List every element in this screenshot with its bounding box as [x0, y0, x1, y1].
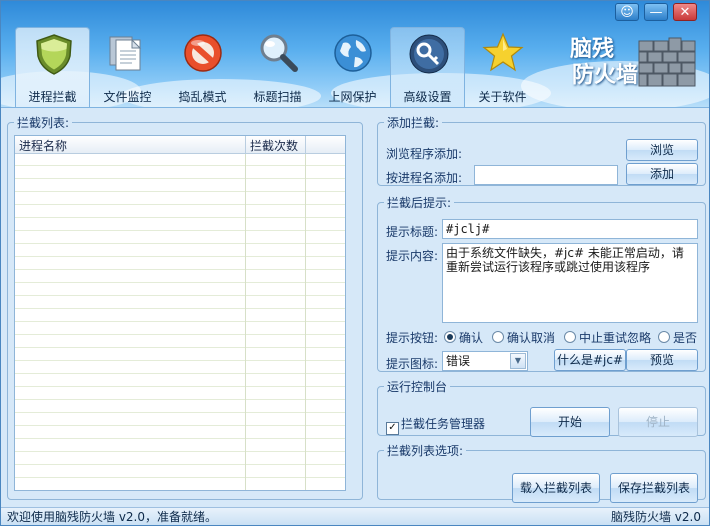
stop-button[interactable]: 停止 — [618, 407, 698, 437]
prompt-icon-value: 错误 — [446, 354, 471, 368]
add-intercept-group: 添加拦截: 浏览程序添加: 浏览 按进程名添加: 添加 — [377, 114, 706, 186]
radio-label: 是否 — [673, 331, 698, 345]
column-intercept-count[interactable]: 拦截次数 — [250, 137, 298, 154]
brick-wall-icon — [638, 37, 696, 87]
browse-add-label: 浏览程序添加: — [386, 147, 463, 161]
radio-yes-no[interactable]: 是否 — [658, 329, 697, 346]
tab-label: 进程拦截 — [28, 90, 77, 104]
main-toolbar: 进程拦截 文件监控 捣乱模式 标题扫描 上网保护 高级设置 关于软件 — [15, 27, 540, 107]
header-banner: ☺ — ✕ 进程拦截 文件监控 捣乱模式 标题扫描 上网保护 高级设置 关于软件… — [1, 1, 709, 113]
radio-dot — [658, 331, 670, 343]
tab-advanced-settings[interactable]: 高级设置 — [390, 27, 465, 107]
tab-label: 标题扫描 — [253, 90, 302, 104]
table-header: 进程名称 拦截次数 — [15, 136, 345, 154]
add-button[interactable]: 添加 — [626, 163, 698, 185]
taskmgr-checkbox[interactable]: ✓ 拦截任务管理器 — [386, 415, 485, 435]
radio-label: 中止重试忽略 — [579, 331, 652, 345]
intercept-list-legend: 拦截列表: — [17, 116, 70, 130]
star-icon — [482, 32, 524, 72]
radio-ok-cancel[interactable]: 确认取消 — [492, 329, 555, 346]
taskmgr-label: 拦截任务管理器 — [401, 417, 486, 431]
preview-button[interactable]: 预览 — [626, 349, 698, 371]
browse-button[interactable]: 浏览 — [626, 139, 698, 161]
prompt-buttons-label: 提示按钮: — [386, 331, 439, 345]
what-is-jc-button[interactable]: 什么是#jc# — [554, 349, 626, 371]
tab-about[interactable]: 关于软件 — [465, 27, 540, 107]
load-list-button[interactable]: 载入拦截列表 — [512, 473, 600, 503]
magnifier-icon — [260, 34, 298, 72]
status-message: 欢迎使用脑残防火墙 v2.0，准备就绪。 — [7, 510, 218, 524]
name-add-label: 按进程名添加: — [386, 171, 463, 185]
radio-label: 确认取消 — [507, 331, 556, 345]
tab-mischief-mode[interactable]: 捣乱模式 — [165, 27, 240, 107]
radio-abort-retry-ignore[interactable]: 中止重试忽略 — [564, 329, 651, 346]
radio-dot — [444, 331, 456, 343]
prompt-content-textarea[interactable]: 由于系统文件缺失，#jc# 未能正常启动，请重新尝试运行该程序或跳过使用该程序 — [442, 243, 698, 323]
after-prompt-legend: 拦截后提示: — [387, 196, 452, 210]
key-icon — [409, 34, 449, 74]
run-console-group: 运行控制台 ✓ 拦截任务管理器 开始 停止 — [377, 378, 706, 437]
shield-icon — [36, 34, 72, 75]
prompt-title-input[interactable]: #jclj# — [442, 219, 698, 239]
intercept-list-group: 拦截列表: 进程名称 拦截次数 — [7, 114, 363, 500]
radio-ok[interactable]: 确认 — [444, 329, 483, 346]
minimize-button[interactable]: — — [644, 3, 668, 21]
app-window: ☺ — ✕ 进程拦截 文件监控 捣乱模式 标题扫描 上网保护 高级设置 关于软件… — [0, 0, 710, 526]
checkbox-check-icon: ✓ — [386, 422, 399, 435]
globe-icon — [334, 34, 372, 72]
brand-line-2: 防火墙 — [572, 63, 639, 88]
run-console-legend: 运行控制台 — [387, 380, 448, 394]
intercept-list-table[interactable]: 进程名称 拦截次数 — [14, 135, 346, 491]
tab-title-scan[interactable]: 标题扫描 — [240, 27, 315, 107]
list-options-group: 拦截列表选项: 载入拦截列表 保存拦截列表 — [377, 442, 706, 503]
tab-label: 文件监控 — [103, 90, 152, 104]
tab-label: 高级设置 — [403, 90, 452, 104]
radio-dot — [492, 331, 504, 343]
prompt-content-label: 提示内容: — [386, 249, 439, 263]
save-list-button[interactable]: 保存拦截列表 — [610, 473, 698, 503]
status-version: 脑残防火墙 v2.0 — [610, 510, 701, 524]
tab-label: 关于软件 — [478, 90, 527, 104]
start-button[interactable]: 开始 — [530, 407, 610, 437]
tab-web-protect[interactable]: 上网保护 — [315, 27, 390, 107]
documents-icon — [109, 36, 142, 71]
after-prompt-group: 拦截后提示: 提示标题: #jclj# 提示内容: 由于系统文件缺失，#jc# … — [377, 194, 706, 372]
prompt-title-label: 提示标题: — [386, 225, 439, 239]
list-options-legend: 拦截列表选项: — [387, 444, 464, 458]
status-bar: 欢迎使用脑残防火墙 v2.0，准备就绪。 脑残防火墙 v2.0 — [1, 507, 709, 525]
forbidden-icon — [184, 34, 222, 72]
tab-label: 捣乱模式 — [178, 90, 227, 104]
tab-file-monitor[interactable]: 文件监控 — [90, 27, 165, 107]
radio-label: 确认 — [459, 331, 484, 345]
prompt-icon-select[interactable]: 错误 ▼ — [442, 351, 528, 371]
close-button[interactable]: ✕ — [673, 3, 697, 21]
brand-logo: 脑残 防火墙 — [570, 37, 638, 89]
prompt-icon-label: 提示图标: — [386, 357, 439, 371]
column-process-name[interactable]: 进程名称 — [19, 137, 67, 154]
main-content: 拦截列表: 进程名称 拦截次数 添加拦截: 浏览程序添加: 浏览 按进程名添加:… — [1, 107, 709, 508]
tab-process-intercept[interactable]: 进程拦截 — [15, 27, 90, 107]
brand-line-1: 脑残 — [570, 37, 615, 62]
process-name-input[interactable] — [474, 165, 618, 185]
skin-button[interactable]: ☺ — [615, 3, 639, 21]
tab-label: 上网保护 — [328, 90, 377, 104]
add-intercept-legend: 添加拦截: — [387, 116, 440, 130]
chevron-down-icon[interactable]: ▼ — [510, 353, 526, 369]
radio-dot — [564, 331, 576, 343]
